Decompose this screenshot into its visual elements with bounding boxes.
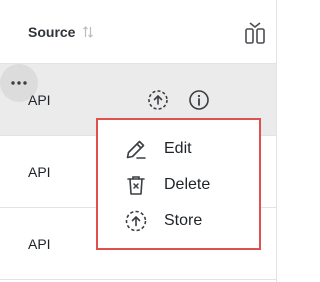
- menu-item-label: Delete: [164, 176, 211, 193]
- more-horizontal-icon: [11, 81, 27, 85]
- sort-icon[interactable]: [82, 25, 94, 39]
- menu-item-edit[interactable]: Edit: [98, 131, 259, 167]
- menu-item-delete[interactable]: Delete: [98, 167, 259, 203]
- store-upload-icon[interactable]: [147, 89, 169, 111]
- row-actions-menu: Edit Delete Store: [96, 118, 261, 250]
- source-cell: API: [28, 164, 51, 180]
- menu-item-label: Store: [164, 212, 203, 229]
- source-cell: API: [28, 92, 51, 108]
- trash-icon: [127, 176, 145, 195]
- info-icon[interactable]: [188, 89, 210, 111]
- menu-item-store[interactable]: Store: [98, 203, 259, 239]
- source-column-header[interactable]: Source: [28, 24, 75, 40]
- table-header: Source: [0, 0, 276, 64]
- pencil-icon: [126, 140, 146, 159]
- store-upload-icon: [125, 210, 147, 232]
- columns-toggle-icon[interactable]: [244, 21, 266, 45]
- table-border: [276, 0, 277, 282]
- source-cell: API: [28, 236, 51, 252]
- menu-item-label: Edit: [164, 140, 192, 157]
